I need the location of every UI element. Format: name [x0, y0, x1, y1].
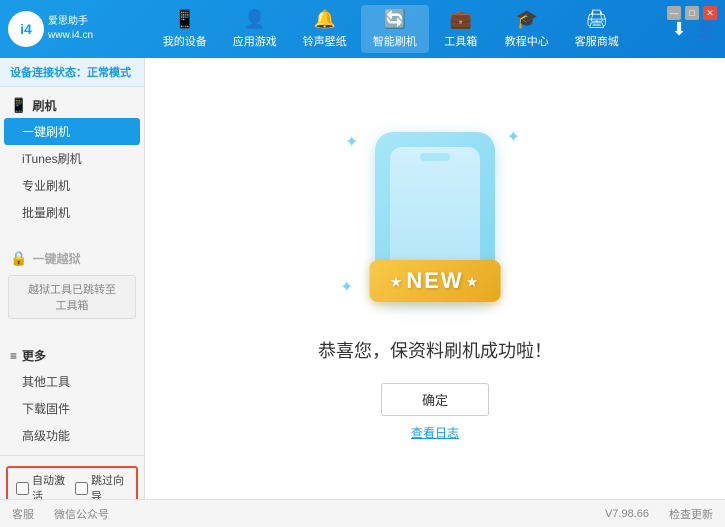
- window-controls: — □ ✕: [667, 6, 717, 20]
- app-subtitle: www.i4.cn: [48, 29, 93, 43]
- jailbreak-label: 一键越狱: [32, 250, 80, 267]
- jailbreak-notice: 越狱工具已跳转至工具箱: [8, 275, 136, 319]
- tab-tutorial-label: 教程中心: [505, 33, 549, 49]
- nav-tabs: 📱 我的设备 👤 应用游戏 🔔 铃声壁纸 🔄 智能刷机 💼 工具箱 🎓: [118, 5, 663, 53]
- apps-icon: 👤: [244, 9, 266, 30]
- footer-feedback[interactable]: 客服: [12, 506, 34, 522]
- header-right: ⬇ 👤: [671, 19, 717, 40]
- more-section: ≡ 更多 其他工具 下载固件 高级功能: [0, 337, 144, 455]
- confirm-button[interactable]: 确定: [381, 383, 489, 416]
- jailbreak-section-header: 🔒 一键越狱: [0, 246, 144, 271]
- sparkle-3-icon: ✦: [340, 277, 353, 297]
- sidebar: 设备连接状态：正常模式 📱 刷机 一键刷机 iTunes刷机 专业刷机 批量刷机…: [0, 58, 145, 499]
- logo-text: 爱思助手 www.i4.cn: [48, 15, 93, 43]
- status-label: 设备连接状态：: [10, 67, 87, 79]
- tab-service-label: 客服商城: [575, 33, 619, 49]
- footer: 客服 微信公众号 V7.98.66 检查更新: [0, 499, 725, 527]
- sidebar-item-pro-flash[interactable]: 专业刷机: [0, 172, 144, 199]
- service-icon: 🖨: [585, 9, 608, 30]
- footer-wechat[interactable]: 微信公众号: [54, 506, 109, 522]
- toolbox-icon: 💼: [450, 9, 472, 30]
- skip-guide-label: 跳过向导: [91, 472, 128, 499]
- checkbox-row: 自动激活 跳过向导: [6, 466, 138, 499]
- flash-section-header: 📱 刷机: [0, 93, 144, 118]
- sidebar-item-advanced[interactable]: 高级功能: [0, 422, 144, 449]
- view-log-button[interactable]: 查看日志: [411, 424, 459, 441]
- tab-tutorial[interactable]: 🎓 教程中心: [493, 5, 561, 53]
- tab-service[interactable]: 🖨 客服商城: [563, 5, 631, 53]
- logo-area: i4 爱思助手 www.i4.cn: [8, 11, 118, 47]
- sidebar-item-itunes-flash[interactable]: iTunes刷机: [0, 145, 144, 172]
- lock-icon: 🔒: [10, 250, 27, 267]
- main-panel: ✦ ✦ ✦ NEW 恭喜您，保资料刷机成功啦！ 确定 查看日志: [145, 58, 725, 499]
- user-icon[interactable]: 👤: [695, 19, 717, 40]
- skip-guide-checkbox[interactable]: 跳过向导: [75, 472, 128, 499]
- skip-guide-input[interactable]: [75, 482, 88, 495]
- sidebar-item-one-key-flash[interactable]: 一键刷机: [4, 118, 140, 145]
- auto-activate-input[interactable]: [16, 482, 29, 495]
- sparkle-2-icon: ✦: [507, 127, 520, 147]
- tab-ringtones[interactable]: 🔔 铃声壁纸: [291, 5, 359, 53]
- more-icon: ≡: [10, 349, 17, 363]
- download-icon[interactable]: ⬇: [671, 19, 686, 40]
- tutorial-icon: 🎓: [516, 9, 538, 30]
- tab-toolbox-label: 工具箱: [444, 33, 477, 49]
- tab-smart-flash-label: 智能刷机: [373, 33, 417, 49]
- success-text: 恭喜您，保资料刷机成功啦！: [318, 337, 552, 363]
- sidebar-item-download-firmware[interactable]: 下载固件: [0, 395, 144, 422]
- sidebar-status: 设备连接状态：正常模式: [0, 58, 144, 87]
- footer-version: V7.98.66: [605, 508, 649, 520]
- my-device-icon: 📱: [174, 9, 196, 30]
- sparkle-1-icon: ✦: [345, 132, 358, 152]
- content-area: 设备连接状态：正常模式 📱 刷机 一键刷机 iTunes刷机 专业刷机 批量刷机…: [0, 58, 725, 499]
- ringtones-icon: 🔔: [314, 9, 336, 30]
- tab-smart-flash[interactable]: 🔄 智能刷机: [361, 5, 429, 53]
- close-button[interactable]: ✕: [703, 6, 717, 20]
- more-section-header: ≡ 更多: [0, 343, 144, 368]
- auto-activate-checkbox[interactable]: 自动激活: [16, 472, 69, 499]
- minimize-button[interactable]: —: [667, 6, 681, 20]
- tab-apps-label: 应用游戏: [233, 33, 277, 49]
- footer-check-update[interactable]: 检查更新: [669, 506, 713, 522]
- sidebar-bottom: 自动激活 跳过向导 📱 iPhone 15 Pro Max 512GB iPho…: [0, 455, 144, 499]
- sidebar-item-other-tools[interactable]: 其他工具: [0, 368, 144, 395]
- success-illustration: ✦ ✦ ✦ NEW: [325, 117, 545, 317]
- status-value: 正常模式: [87, 67, 131, 79]
- tab-apps-games[interactable]: 👤 应用游戏: [221, 5, 289, 53]
- auto-activate-label: 自动激活: [32, 472, 69, 499]
- more-label: 更多: [22, 347, 46, 364]
- header: i4 爱思助手 www.i4.cn 📱 我的设备 👤 应用游戏 🔔 铃声壁纸 🔄…: [0, 0, 725, 58]
- tab-ringtones-label: 铃声壁纸: [303, 33, 347, 49]
- new-banner: NEW: [370, 260, 501, 302]
- smart-flash-icon: 🔄: [384, 9, 406, 30]
- maximize-button[interactable]: □: [685, 6, 699, 20]
- sidebar-item-batch-flash[interactable]: 批量刷机: [0, 199, 144, 226]
- tab-my-device-label: 我的设备: [163, 33, 207, 49]
- flash-section: 📱 刷机 一键刷机 iTunes刷机 专业刷机 批量刷机: [0, 87, 144, 232]
- flash-section-icon: 📱: [10, 97, 27, 114]
- flash-section-label: 刷机: [32, 97, 56, 114]
- tab-my-device[interactable]: 📱 我的设备: [151, 5, 219, 53]
- logo-icon: i4: [8, 11, 44, 47]
- jailbreak-section: 🔒 一键越狱 越狱工具已跳转至工具箱: [0, 240, 144, 329]
- phone-notch: [420, 153, 450, 161]
- tab-toolbox[interactable]: 💼 工具箱: [431, 5, 491, 53]
- app-title: 爱思助手: [48, 15, 93, 29]
